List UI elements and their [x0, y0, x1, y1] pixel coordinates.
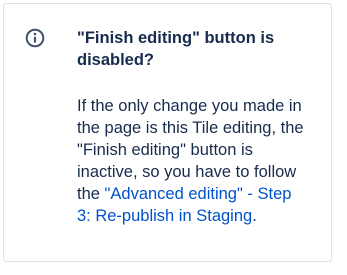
- advanced-editing-link[interactable]: "Advanced editing" - Step 3: Re-publish …: [77, 185, 291, 225]
- info-icon: [25, 28, 45, 48]
- panel-body: If the only change you made in the page …: [77, 95, 309, 227]
- info-panel: "Finish editing" button is disabled? If …: [3, 3, 332, 262]
- panel-title: "Finish editing" button is disabled?: [77, 29, 275, 69]
- body-text-suffix: .: [252, 207, 257, 225]
